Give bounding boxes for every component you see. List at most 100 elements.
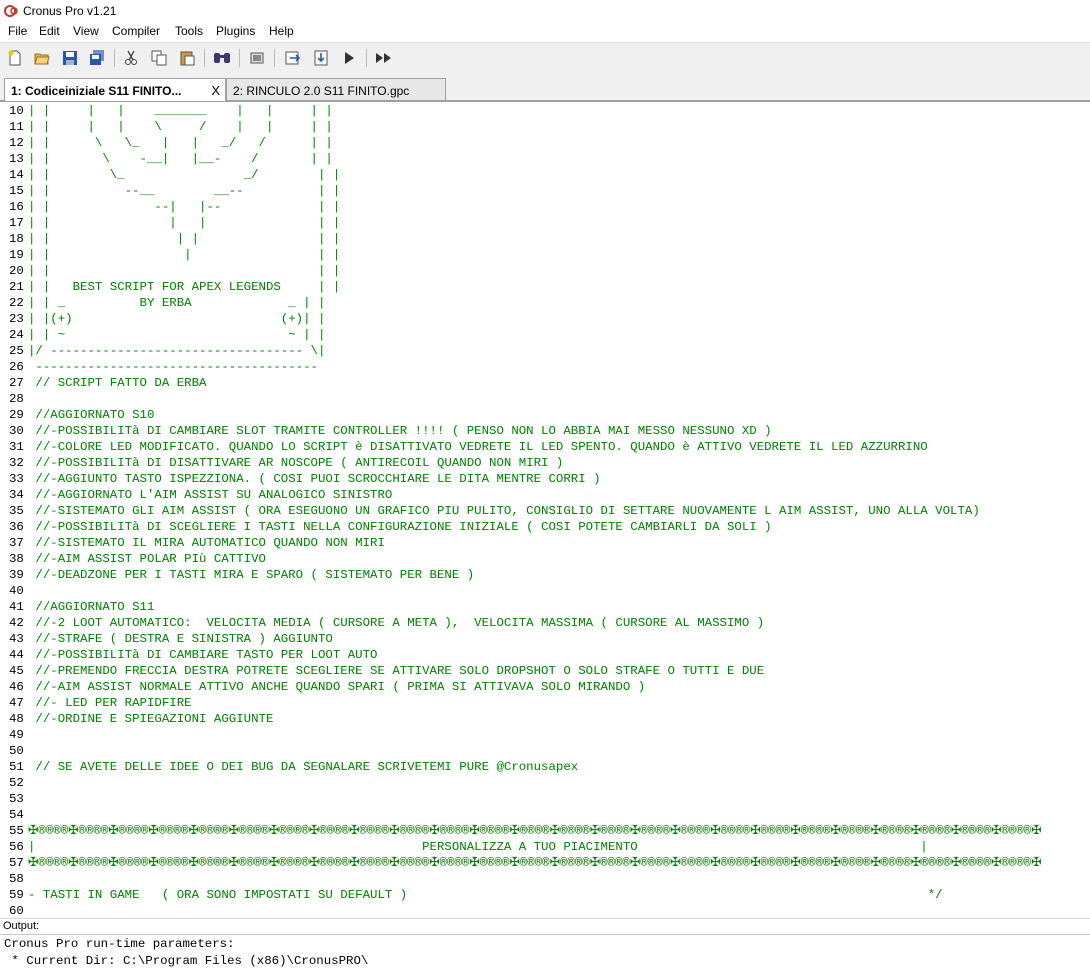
code-line[interactable]: 37 //-SISTEMATO IL MIRA AUTOMATICO QUAND… bbox=[0, 535, 1090, 551]
code-line[interactable]: 50 bbox=[0, 743, 1090, 759]
code-line[interactable]: 30 //-POSSIBILITà DI CAMBIARE SLOT TRAMI… bbox=[0, 423, 1090, 439]
code-line[interactable]: 16 | | --| |-- | | bbox=[0, 199, 1090, 215]
line-number: 52 bbox=[9, 776, 24, 790]
menu-file[interactable]: File bbox=[7, 24, 28, 38]
code-line[interactable]: 52 bbox=[0, 775, 1090, 791]
code-line[interactable]: 57 ✠®®®®✠®®®®✠®®®®✠®®®®✠®®®®✠®®®®✠®®®®✠®®… bbox=[0, 855, 1090, 871]
code-line[interactable]: 12 | | \ \_ | | _/ / | | bbox=[0, 135, 1090, 151]
code-line[interactable]: 25 |/ ---------------------------------- … bbox=[0, 343, 1090, 359]
menu-bar: File Edit View Compiler Tools Plugins He… bbox=[0, 22, 1090, 41]
code-line[interactable]: 27 // SCRIPT FATTO DA ERBA bbox=[0, 375, 1090, 391]
code-line[interactable]: 48 //-ORDINE E SPIEGAZIONI AGGIUNTE bbox=[0, 711, 1090, 727]
toolbar-separator bbox=[204, 49, 205, 67]
code-line[interactable]: 13 | | \ -__| |__- / | | bbox=[0, 151, 1090, 167]
code-editor[interactable]: 10 | | | | _______ | | | | 11 | | | | \ / |… bbox=[0, 103, 1090, 918]
code-line[interactable]: 28 bbox=[0, 391, 1090, 407]
tab-rinculo[interactable]: 2: RINCULO 2.0 S11 FINITO.gpc bbox=[226, 78, 446, 100]
code-line[interactable]: 15 | | --__ __-- | | bbox=[0, 183, 1090, 199]
code-line[interactable]: 18 | | | | | | bbox=[0, 231, 1090, 247]
code-line[interactable]: 11 | | | | \ / | | | | bbox=[0, 119, 1090, 135]
run-icon[interactable] bbox=[338, 47, 360, 69]
line-number: 60 bbox=[9, 904, 24, 918]
code-line[interactable]: 19 | | | | | bbox=[0, 247, 1090, 263]
code-text: //-POSSIBILITà DI DISATTIVARE AR NOSCOPE… bbox=[28, 456, 564, 470]
code-line[interactable]: 60 bbox=[0, 903, 1090, 918]
tab-codiceiniziale[interactable]: 1: Codiceiniziale S11 FINITO... X bbox=[4, 78, 226, 101]
menu-tools[interactable]: Tools bbox=[174, 24, 204, 38]
toolbar-separator bbox=[239, 49, 240, 67]
code-line[interactable]: 40 bbox=[0, 583, 1090, 599]
code-line[interactable]: 22 | | _ BY ERBA _ | | bbox=[0, 295, 1090, 311]
code-line[interactable]: 47 //- LED PER RAPIDFIRE bbox=[0, 695, 1090, 711]
close-icon[interactable]: X bbox=[211, 83, 220, 98]
code-line[interactable]: 32 //-POSSIBILITà DI DISATTIVARE AR NOSC… bbox=[0, 455, 1090, 471]
export-icon[interactable] bbox=[282, 47, 304, 69]
code-line[interactable]: 55 ✠®®®®✠®®®®✠®®®®✠®®®®✠®®®®✠®®®®✠®®®®✠®®… bbox=[0, 823, 1090, 839]
code-line[interactable]: 35 //-SISTEMATO GLI AIM ASSIST ( ORA ESE… bbox=[0, 503, 1090, 519]
code-line[interactable]: 53 bbox=[0, 791, 1090, 807]
find-icon[interactable] bbox=[211, 47, 233, 69]
menu-plugins[interactable]: Plugins bbox=[215, 24, 256, 38]
code-text: | | \ \_ | | _/ / | | bbox=[28, 136, 333, 150]
code-line[interactable]: 31 //-COLORE LED MODIFICATO. QUANDO LO S… bbox=[0, 439, 1090, 455]
code-line[interactable]: 44 //-POSSIBILITà DI CAMBIARE TASTO PER … bbox=[0, 647, 1090, 663]
code-line[interactable]: 39 //-DEADZONE PER I TASTI MIRA E SPARO … bbox=[0, 567, 1090, 583]
line-number: 42 bbox=[9, 616, 24, 630]
code-line[interactable]: 17 | | | | | | bbox=[0, 215, 1090, 231]
code-text: //AGGIORNATO S11 bbox=[28, 600, 155, 614]
download-icon[interactable] bbox=[310, 47, 332, 69]
menu-compiler[interactable]: Compiler bbox=[111, 24, 161, 38]
output-panel[interactable]: Cronus Pro run-time parameters: * Curren… bbox=[0, 934, 1090, 974]
code-text: ✠®®®®✠®®®®✠®®®®✠®®®®✠®®®®✠®®®®✠®®®®✠®®®®… bbox=[28, 824, 1042, 838]
code-line[interactable]: 51 // SE AVETE DELLE IDEE O DEI BUG DA S… bbox=[0, 759, 1090, 775]
line-number: 10 bbox=[9, 104, 24, 118]
line-number: 11 bbox=[9, 120, 24, 134]
fast-forward-icon[interactable] bbox=[373, 47, 395, 69]
line-number: 38 bbox=[9, 552, 24, 566]
code-line[interactable]: 36 //-POSSIBILITà DI SCEGLIERE I TASTI N… bbox=[0, 519, 1090, 535]
code-line[interactable]: 14 | | \_ _/ | | bbox=[0, 167, 1090, 183]
code-line[interactable]: 46 //-AIM ASSIST NORMALE ATTIVO ANCHE QU… bbox=[0, 679, 1090, 695]
code-line[interactable]: 38 //-AIM ASSIST POLAR PIù CATTIVO bbox=[0, 551, 1090, 567]
menu-help[interactable]: Help bbox=[268, 24, 295, 38]
code-line[interactable]: 10 | | | | _______ | | | | bbox=[0, 103, 1090, 119]
code-text: | | --| |-- | | bbox=[28, 200, 341, 214]
line-number: 48 bbox=[9, 712, 24, 726]
code-line[interactable]: 49 bbox=[0, 727, 1090, 743]
menu-view[interactable]: View bbox=[72, 24, 100, 38]
code-text: //AGGIORNATO S10 bbox=[28, 408, 155, 422]
line-number: 47 bbox=[9, 696, 24, 710]
code-line[interactable]: 41 //AGGIORNATO S11 bbox=[0, 599, 1090, 615]
code-line[interactable]: 34 //-AGGIORNATO L'AIM ASSIST SU ANALOGI… bbox=[0, 487, 1090, 503]
code-line[interactable]: 23 | |(+) (+)| | bbox=[0, 311, 1090, 327]
code-line[interactable]: 24 | | ~ ~ | | bbox=[0, 327, 1090, 343]
copy-icon[interactable] bbox=[148, 47, 170, 69]
toolbar-separator bbox=[114, 49, 115, 67]
code-line[interactable]: 29 //AGGIORNATO S10 bbox=[0, 407, 1090, 423]
code-line[interactable]: 26 -------------------------------------… bbox=[0, 359, 1090, 375]
code-line[interactable]: 54 bbox=[0, 807, 1090, 823]
code-line[interactable]: 33 //-AGGIUNTO TASTO ISPEZZIONA. ( COSI … bbox=[0, 471, 1090, 487]
code-line[interactable]: 42 //-2 LOOT AUTOMATICO: VELOCITA MEDIA … bbox=[0, 615, 1090, 631]
menu-edit[interactable]: Edit bbox=[38, 24, 61, 38]
code-line[interactable]: 20 | | | | bbox=[0, 263, 1090, 279]
save-icon[interactable] bbox=[59, 47, 81, 69]
code-text: | | | | | bbox=[28, 248, 341, 262]
code-line[interactable]: 58 bbox=[0, 871, 1090, 887]
code-line[interactable]: 21 | | BEST SCRIPT FOR APEX LEGENDS | | bbox=[0, 279, 1090, 295]
line-number: 12 bbox=[9, 136, 24, 150]
code-line[interactable]: 56 | PERSONALIZZA A TUO PIACIMENTO | bbox=[0, 839, 1090, 855]
new-file-icon[interactable] bbox=[4, 47, 26, 69]
open-folder-icon[interactable] bbox=[31, 47, 53, 69]
code-text: //-AGGIUNTO TASTO ISPEZZIONA. ( COSI PUO… bbox=[28, 472, 601, 486]
code-text: | | | | \ / | | | | bbox=[28, 120, 333, 134]
cut-icon[interactable] bbox=[120, 47, 142, 69]
code-line[interactable]: 59 - TASTI IN GAME ( ORA SONO IMPOSTATI S… bbox=[0, 887, 1090, 903]
paste-icon[interactable] bbox=[176, 47, 198, 69]
code-line[interactable]: 45 //-PREMENDO FRECCIA DESTRA POTRETE SC… bbox=[0, 663, 1090, 679]
save-all-icon[interactable] bbox=[86, 47, 108, 69]
tab-label: 2: RINCULO 2.0 S11 FINITO.gpc bbox=[233, 84, 410, 98]
code-line[interactable]: 43 //-STRAFE ( DESTRA E SINISTRA ) AGGIU… bbox=[0, 631, 1090, 647]
build-icon[interactable] bbox=[246, 47, 268, 69]
tab-label: 1: Codiceiniziale S11 FINITO... bbox=[11, 84, 182, 98]
